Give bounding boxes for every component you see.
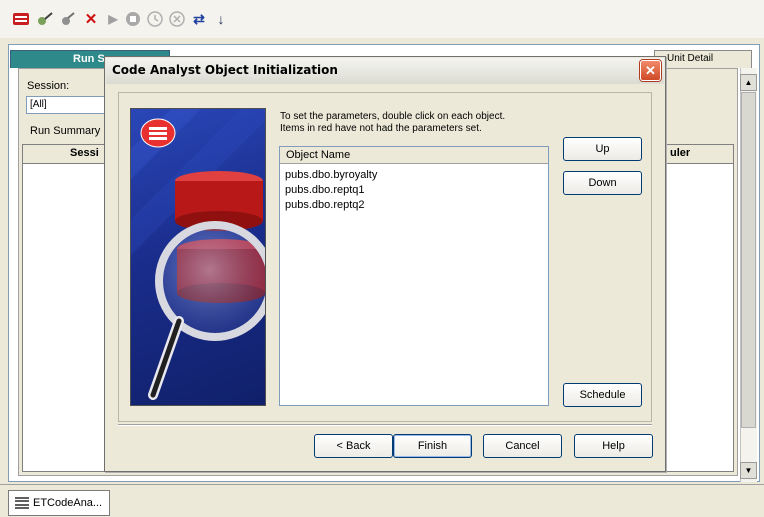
cancel-button[interactable]: Cancel [483,434,562,458]
scroll-down-button[interactable]: ▼ [740,462,757,479]
column-header-scheduler[interactable]: uler [670,147,690,159]
finish-button[interactable]: Finish [393,434,472,458]
refresh-icon[interactable]: ⇄ [190,10,208,28]
instruction-line-2: Items in red have not had the parameters… [280,123,482,134]
sort-icon[interactable]: ↓ [212,10,230,28]
document-tab[interactable]: ETCodeAna... [8,490,110,516]
column-header-session[interactable]: Sessi [70,147,99,159]
dialog-title: Code Analyst Object Initialization [112,63,338,77]
database-logo-icon [138,116,178,150]
cancel-icon[interactable] [168,10,186,28]
list-item[interactable]: pubs.dbo.reptq2 [285,199,365,211]
down-button[interactable]: Down [563,171,642,195]
pause-icon[interactable] [146,10,164,28]
toolbar: ✕ ▶ ⇄ ↓ [0,0,764,38]
session-label: Session: [27,80,70,92]
disconnect-icon[interactable] [58,10,76,28]
close-button[interactable]: ✕ [640,60,661,81]
list-item[interactable]: pubs.dbo.reptq1 [285,184,365,196]
dialog-separator [118,424,652,426]
schedule-button[interactable]: Schedule [563,383,642,407]
object-name-column-header[interactable]: Object Name [280,147,548,164]
scroll-up-button[interactable]: ▲ [740,74,757,91]
instruction-line-1: To set the parameters, double click on e… [280,111,506,122]
stop-icon[interactable] [124,10,142,28]
scroll-thumb[interactable] [741,92,756,428]
tab-unit-detail[interactable]: Unit Detail [654,50,752,68]
app-icon[interactable] [12,10,30,28]
back-button[interactable]: < Back [314,434,393,458]
connect-icon[interactable] [36,10,54,28]
up-button[interactable]: Up [563,137,642,161]
bottom-tabbar [0,484,764,517]
document-lines-icon [15,497,29,509]
magnifier-database-illustration [130,108,266,406]
session-select[interactable]: [All] [26,96,106,114]
run-summary-label: Run Summary [28,125,103,137]
run-icon[interactable]: ▶ [104,10,122,28]
document-tab-label: ETCodeAna... [33,497,103,509]
help-button[interactable]: Help [574,434,653,458]
list-item[interactable]: pubs.dbo.byroyalty [285,169,377,181]
delete-icon[interactable]: ✕ [82,10,100,28]
